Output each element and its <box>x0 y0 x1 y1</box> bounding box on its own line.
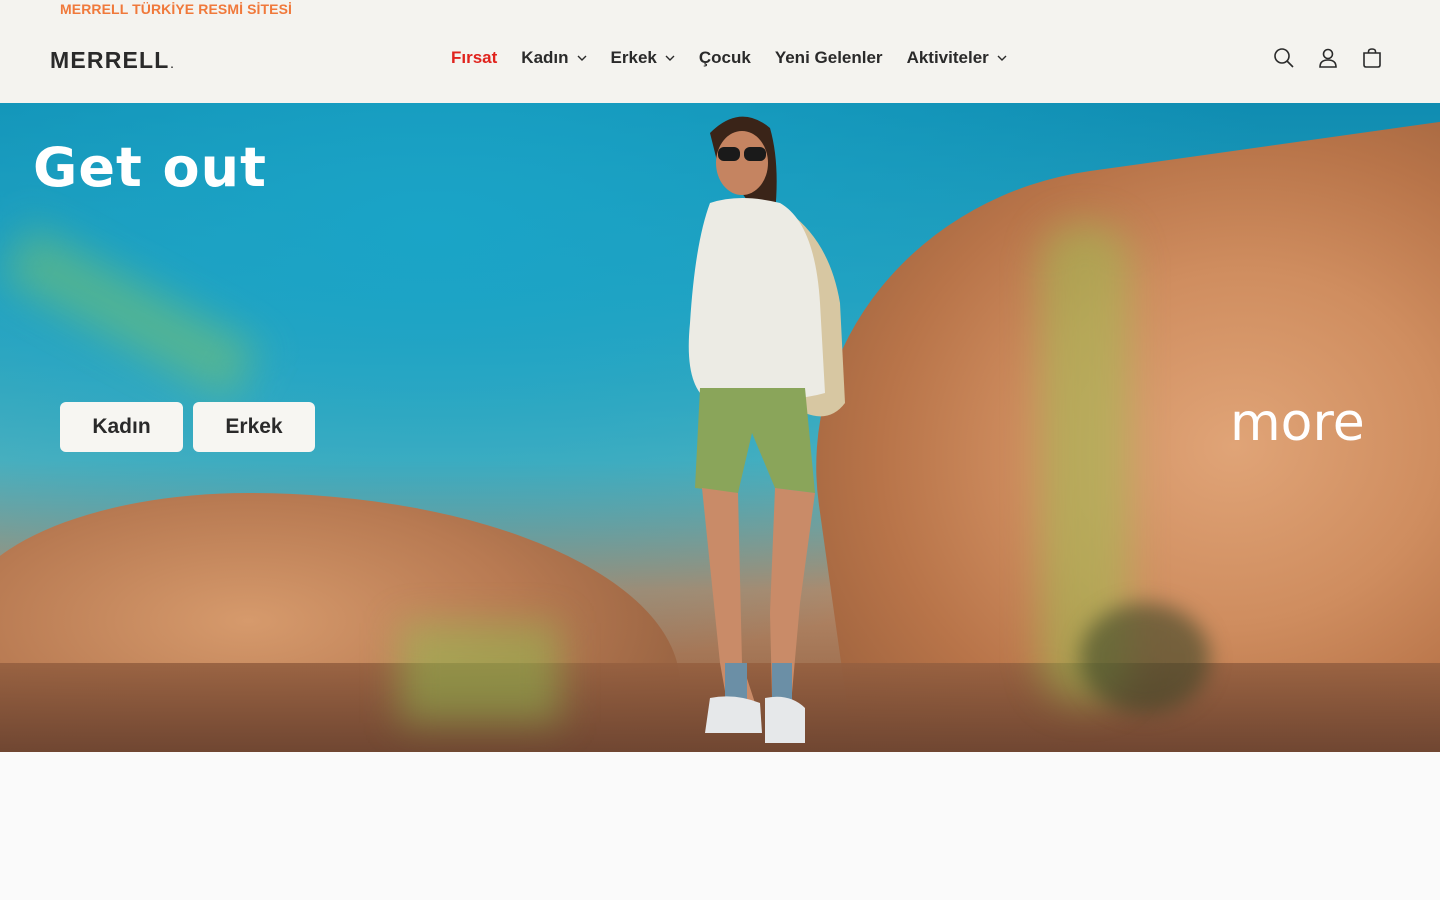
site-header: MERRELL. Fırsat Kadın Erkek Çocuk Yeni G… <box>0 17 1440 103</box>
logo-text: MERRELL <box>50 47 170 73</box>
hero-bush <box>1080 603 1210 713</box>
nav-label-cocuk: Çocuk <box>698 48 751 67</box>
shop-men-label: Erkek <box>225 415 283 438</box>
shop-women-label: Kadın <box>92 415 151 438</box>
nav-item-erkek[interactable]: Erkek <box>611 48 675 68</box>
chevron-down-icon <box>997 53 1007 63</box>
nav-label-firsat: Fırsat <box>451 48 498 67</box>
account-icon[interactable] <box>1316 46 1340 70</box>
shop-men-button[interactable]: Erkek <box>193 402 315 452</box>
hero-banner: Get out more Kadın Erkek <box>0 103 1440 752</box>
nav-item-firsat[interactable]: Fırsat <box>451 48 497 68</box>
shop-women-button[interactable]: Kadın <box>60 402 183 452</box>
nav-item-aktiviteler[interactable]: Aktiviteler <box>907 48 1007 68</box>
cart-icon[interactable] <box>1360 46 1384 70</box>
page-content-area <box>0 752 1440 900</box>
search-icon[interactable] <box>1272 46 1296 70</box>
nav-label-kadin: Kadın <box>521 48 569 67</box>
hero-foliage-blur <box>400 623 560 723</box>
main-navigation: Fırsat Kadın Erkek Çocuk Yeni Gelenler A… <box>451 48 1031 68</box>
chevron-down-icon <box>577 53 587 63</box>
nav-item-yeni-gelenler[interactable]: Yeni Gelenler <box>775 48 883 68</box>
nav-label-erkek: Erkek <box>610 48 657 67</box>
hero-overlay-text: more <box>1230 393 1365 453</box>
announcement-bar: MERRELL TÜRKİYE RESMİ SİTESİ <box>0 0 1440 17</box>
hero-title: Get out <box>33 136 267 199</box>
hiker-figure <box>688 116 845 743</box>
announcement-text[interactable]: MERRELL TÜRKİYE RESMİ SİTESİ <box>60 1 292 17</box>
nav-item-cocuk[interactable]: Çocuk <box>699 48 751 68</box>
nav-label-aktiviteler: Aktiviteler <box>906 48 989 67</box>
logo-dot: . <box>170 60 175 71</box>
chevron-down-icon <box>665 53 675 63</box>
nav-label-yeni-gelenler: Yeni Gelenler <box>774 48 883 67</box>
nav-item-kadin[interactable]: Kadın <box>521 48 587 68</box>
header-actions <box>1252 46 1384 70</box>
merrell-logo[interactable]: MERRELL. <box>50 47 175 74</box>
